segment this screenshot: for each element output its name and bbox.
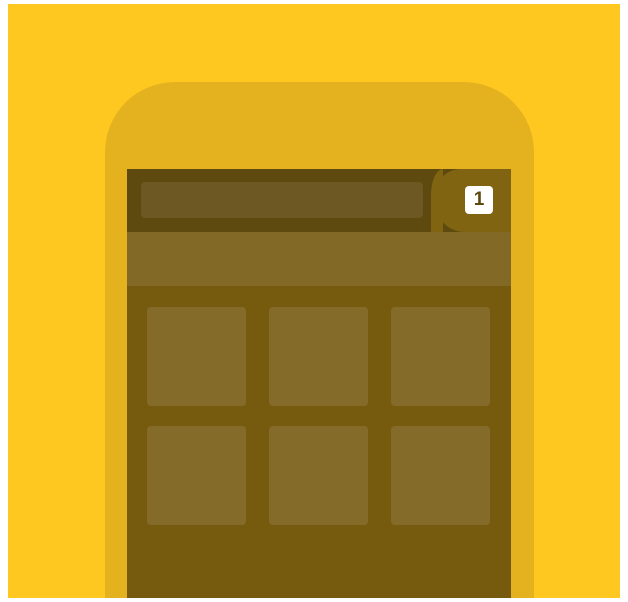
phone-frame: 1 [105,82,534,598]
address-bar-input[interactable] [141,182,423,218]
speed-dial-tile-5[interactable] [269,426,368,525]
browser-screen: 1 [127,169,511,598]
toolbar-band [127,232,511,286]
speed-dial-tile-2[interactable] [269,307,368,406]
speed-dial-tile-6[interactable] [391,426,490,525]
speed-dial-tile-1[interactable] [147,307,246,406]
illustration-canvas: 1 [8,4,620,598]
speed-dial-tile-3[interactable] [391,307,490,406]
tab-count-button[interactable]: 1 [465,186,493,214]
speed-dial-tile-4[interactable] [147,426,246,525]
